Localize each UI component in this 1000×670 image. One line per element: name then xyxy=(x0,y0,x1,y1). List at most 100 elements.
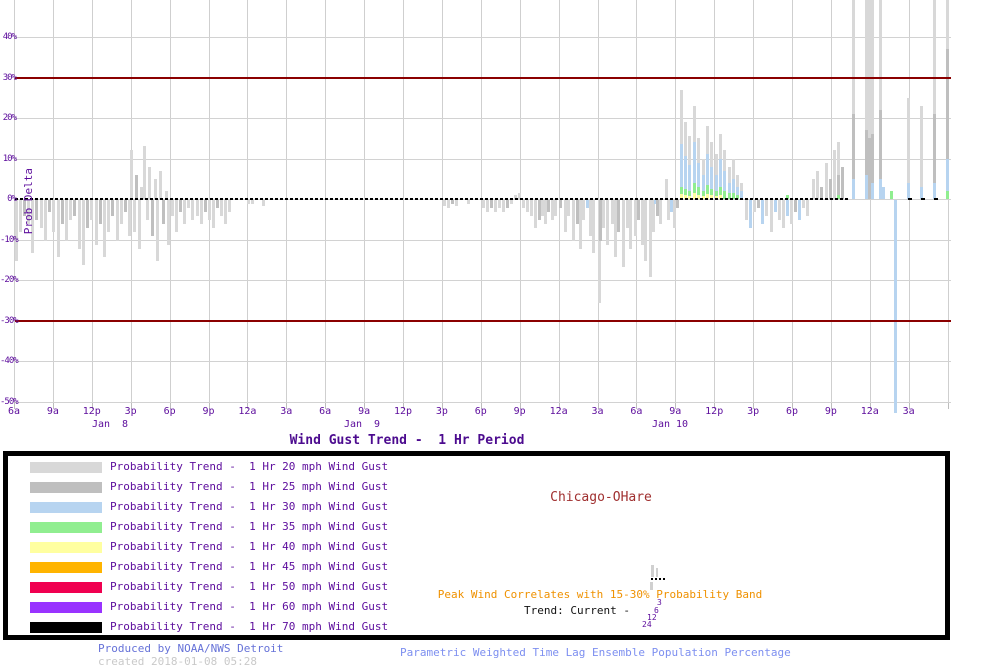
y-tick-label: 40% xyxy=(2,32,17,42)
legend-box: Probability Trend - 1 Hr 20 mph Wind Gus… xyxy=(3,451,950,640)
data-bar xyxy=(490,200,493,209)
data-bar xyxy=(637,200,640,221)
data-bar xyxy=(559,200,562,209)
data-bar xyxy=(116,200,119,241)
data-bar xyxy=(534,200,537,229)
x-tick-label: 9a xyxy=(358,406,371,417)
station-name: Chicago-OHare xyxy=(550,490,652,505)
data-bar xyxy=(224,200,227,225)
y-tick-label: -20% xyxy=(0,275,19,285)
vertical-gridline xyxy=(364,0,366,402)
data-bar xyxy=(882,186,885,199)
y-axis-title: Prob Delta xyxy=(22,168,35,235)
data-bar xyxy=(774,200,777,213)
data-bar xyxy=(812,178,815,199)
data-bar xyxy=(554,200,557,217)
legend-label: Probability Trend - 1 Hr 50 mph Wind Gus… xyxy=(110,580,389,593)
data-bar xyxy=(44,200,47,241)
x-tick-label: 12p xyxy=(393,406,413,417)
x-tick-label: 3a xyxy=(280,406,293,417)
data-bar xyxy=(765,200,768,217)
data-bar xyxy=(154,178,157,199)
mini-trend-dot xyxy=(651,578,653,580)
data-bar xyxy=(761,200,764,225)
data-bar xyxy=(65,200,68,241)
data-bar xyxy=(526,200,529,213)
data-bar xyxy=(179,200,182,213)
x-tick-label: 6p xyxy=(474,406,487,417)
data-bar xyxy=(133,200,136,233)
data-bar xyxy=(467,200,470,205)
x-tick-label: 9a xyxy=(669,406,682,417)
legend-swatch-b30 xyxy=(30,502,102,513)
data-bar xyxy=(629,200,632,249)
data-bar xyxy=(644,200,647,261)
x-tick-label: 6p xyxy=(163,406,176,417)
x-tick-label: 9a xyxy=(46,406,59,417)
data-bar xyxy=(829,178,832,199)
x-tick-label: 12a xyxy=(549,406,568,417)
data-bar xyxy=(162,200,165,225)
data-bar xyxy=(778,200,781,221)
vertical-gridline xyxy=(325,0,327,402)
data-bar xyxy=(171,200,174,217)
x-date-label: Jan 8 xyxy=(91,419,129,430)
data-bar xyxy=(652,200,655,233)
data-bar xyxy=(99,200,102,225)
footer-produced-by: Produced by NOAA/NWS Detroit xyxy=(98,642,284,655)
vertical-gridline xyxy=(714,0,716,402)
data-bar xyxy=(130,150,133,199)
legend-swatch-g20 xyxy=(30,462,102,473)
data-bar xyxy=(946,190,949,199)
zero-line-dash xyxy=(908,198,912,200)
reference-line xyxy=(15,319,951,322)
legend-label: Probability Trend - 1 Hr 30 mph Wind Gus… xyxy=(110,500,389,513)
data-bar xyxy=(128,200,131,237)
x-tick-label: 12a xyxy=(860,406,879,417)
x-tick-label: 9p xyxy=(202,406,215,417)
data-bar xyxy=(676,200,679,209)
zero-line-dash xyxy=(934,198,938,200)
data-bar xyxy=(57,200,60,257)
legend-label: Probability Trend - 1 Hr 40 mph Wind Gus… xyxy=(110,540,389,553)
data-bar xyxy=(135,174,138,199)
horizontal-gridline xyxy=(15,361,951,362)
vertical-gridline xyxy=(403,0,404,402)
x-tick-label: 12a xyxy=(238,406,257,417)
data-bar xyxy=(806,200,809,217)
y-tick-label: 20% xyxy=(2,113,17,123)
data-bar xyxy=(208,200,211,221)
data-bar xyxy=(841,166,844,199)
zero-line xyxy=(15,198,848,200)
x-date-label: Jan 9 xyxy=(343,419,381,430)
legend-label: Probability Trend - 1 Hr 60 mph Wind Gus… xyxy=(110,600,389,613)
data-bar xyxy=(790,200,793,225)
vertical-gridline xyxy=(286,0,288,402)
data-bar xyxy=(617,200,620,233)
data-bar xyxy=(816,170,819,199)
data-bar xyxy=(871,182,874,199)
data-bar xyxy=(183,200,186,225)
data-bar xyxy=(833,150,836,199)
data-bar xyxy=(510,200,513,205)
footer-method-caption: Parametric Weighted Time Lag Ensemble Po… xyxy=(400,646,791,659)
horizontal-gridline xyxy=(15,401,951,403)
y-tick-label: 0% xyxy=(7,194,17,204)
x-date-label: Jan 10 xyxy=(651,419,689,430)
x-tick-mark xyxy=(947,402,949,409)
y-tick-label: -30% xyxy=(0,315,19,326)
reference-line xyxy=(15,76,951,79)
data-bar xyxy=(502,200,505,213)
data-bar xyxy=(52,200,55,233)
data-bar xyxy=(167,200,170,245)
data-bar xyxy=(90,200,93,221)
y-tick-label: 30% xyxy=(2,72,17,83)
vertical-gridline xyxy=(908,0,910,402)
legend-label: Probability Trend - 1 Hr 45 mph Wind Gus… xyxy=(110,560,389,573)
data-bar xyxy=(61,200,64,225)
data-bar xyxy=(802,200,805,209)
data-bar xyxy=(220,200,223,217)
x-tick-label: 3a xyxy=(902,406,915,417)
data-bar xyxy=(78,200,81,249)
legend-swatch-r50 xyxy=(30,582,102,593)
